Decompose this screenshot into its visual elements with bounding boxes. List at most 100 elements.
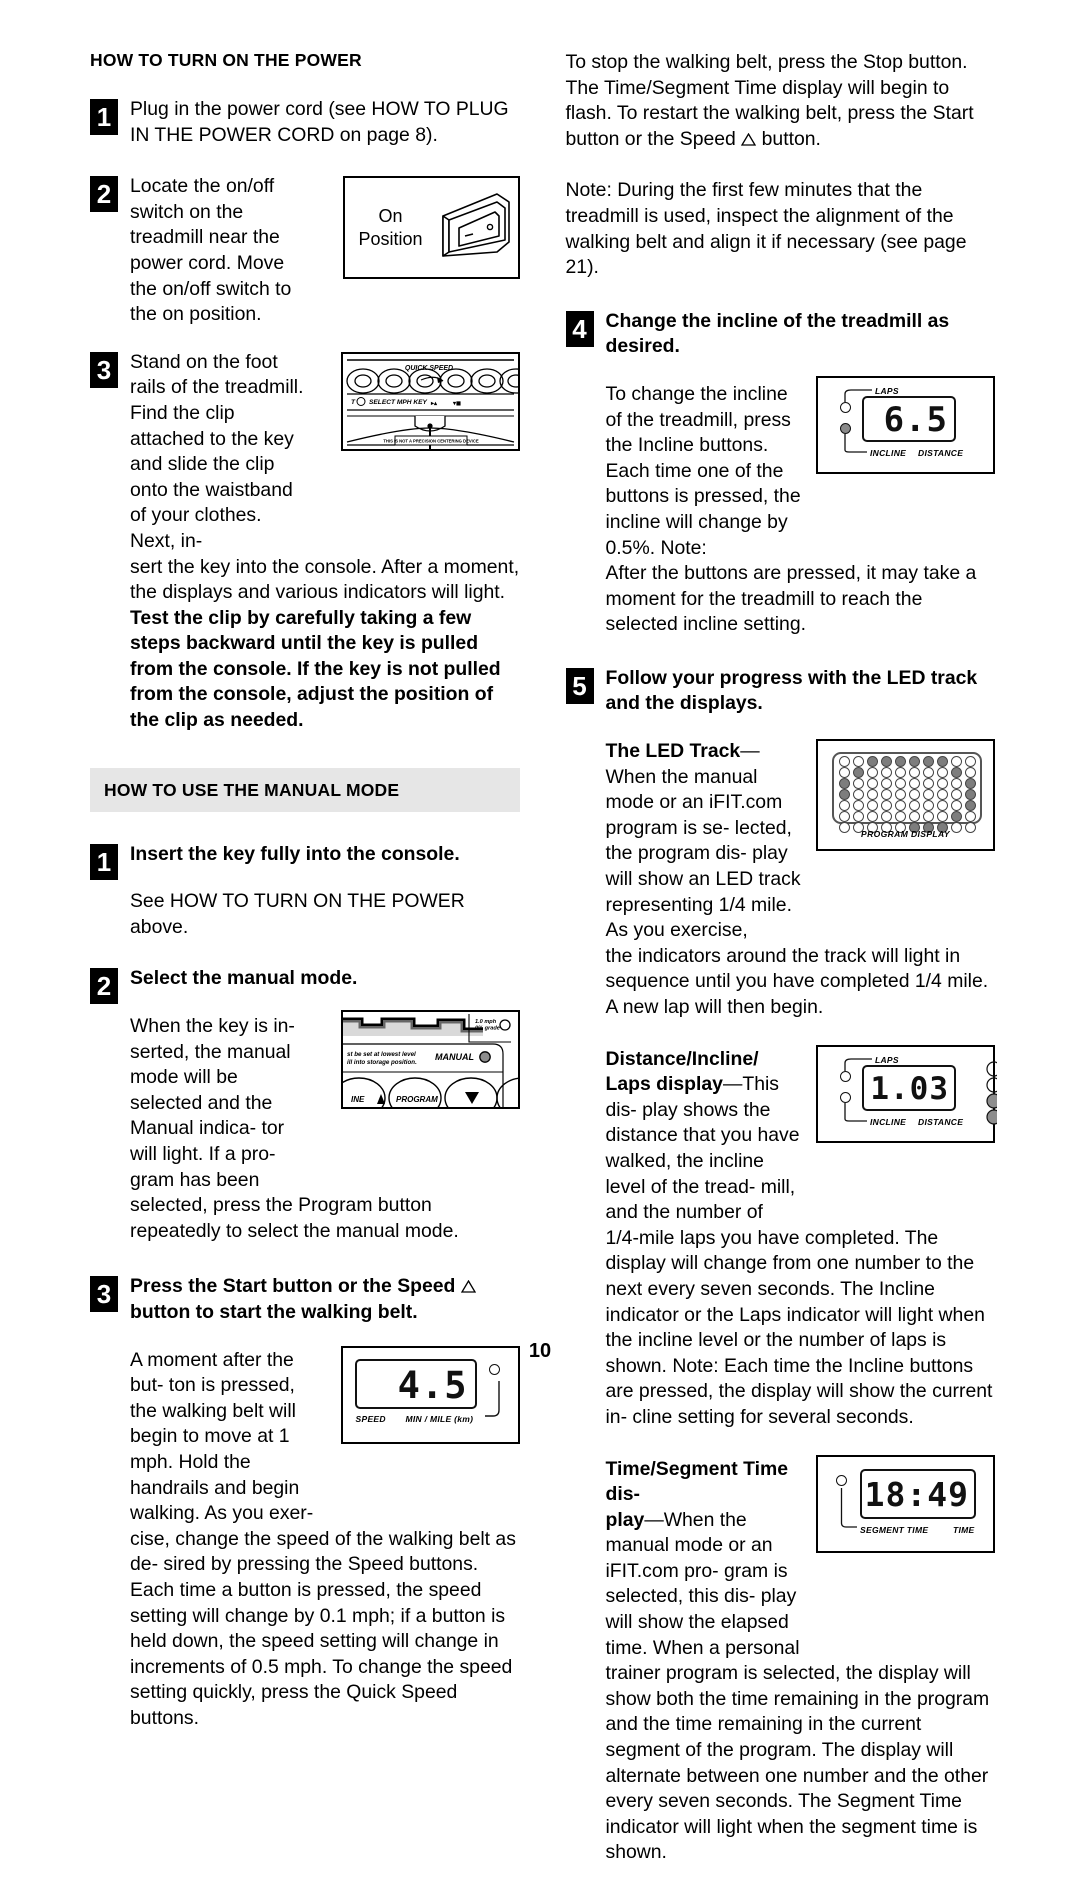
dil-caption-distance: DISTANCE — [918, 1116, 964, 1127]
led-track-dot — [950, 767, 962, 779]
led-track-dot — [880, 778, 892, 790]
led-track-dot — [922, 778, 934, 790]
led-track-dot — [936, 789, 948, 801]
step-text: When the key is in- serted, the manual m… — [130, 1015, 295, 1191]
step-number-badge: 3 — [90, 351, 118, 388]
led-track-dot — [852, 800, 864, 812]
led-track-dot — [838, 789, 850, 801]
led-track-label: The LED Track — [605, 740, 741, 763]
led-track-dot — [908, 756, 920, 768]
step-text: Plug in the power cord (see HOW TO PLUG … — [130, 98, 509, 146]
led-track-dot — [936, 800, 948, 812]
led-track-dot — [880, 800, 892, 812]
led-track-dot — [964, 756, 976, 768]
step-number-badge: 5 — [565, 667, 594, 704]
section-title-power: HOW TO TURN ON THE POWER — [90, 50, 362, 70]
led-track-dot — [894, 767, 906, 779]
led-track-dot — [880, 789, 892, 801]
step-text-bold: Test the clip by carefully taking a few … — [130, 606, 501, 732]
led-track-dot — [964, 789, 976, 801]
svg-text:1.0 mph: 1.0 mph — [475, 1019, 497, 1025]
step-right-4: 4 Change the incline of the treadmill as… — [565, 309, 995, 638]
led-track-dot — [964, 767, 976, 779]
time-text-continued: trainer program is selected, the display… — [605, 1662, 990, 1864]
led-track-text-continued: the indicators around the track will lig… — [605, 944, 989, 1018]
step-heading: Follow your progress with the LED track … — [605, 666, 978, 715]
step-number-badge: 4 — [565, 310, 594, 347]
incline-caption-laps: LAPS — [875, 385, 899, 396]
led-track-dot — [880, 811, 892, 823]
console-quick-speed-figure: QUICK SPEED T SELECT MPH KEY ▸▴ ▾◼ THIS … — [340, 351, 520, 451]
left-column: HOW TO TURN ON THE POWER 1 Plug in the p… — [90, 50, 520, 1888]
incline-display-figure: LAPS 6.5 INCLINE DISTANCE — [816, 375, 995, 474]
dil-text-continued: 1/4-mile laps you have completed. The di… — [605, 1226, 993, 1428]
svg-text:PROGRAM: PROGRAM — [396, 1095, 438, 1104]
led-track-dot — [894, 789, 906, 801]
time-label-line2: play — [605, 1508, 645, 1531]
step-text: See HOW TO TURN ON THE POWER above. — [130, 890, 465, 938]
triangle-up-icon — [460, 1280, 476, 1294]
led-track-dot — [852, 789, 864, 801]
led-track-dot — [894, 811, 906, 823]
led-track-dot — [908, 811, 920, 823]
step-text-continued: sert the key into the console. After a m… — [130, 555, 520, 732]
on-position-switch-figure: On Position — [342, 176, 520, 280]
led-track-dot — [908, 800, 920, 812]
svg-text:MANUAL: MANUAL — [435, 1052, 474, 1062]
distance-value: 1.03 — [870, 1070, 949, 1107]
led-track-dot — [964, 811, 976, 823]
time-segment-time-figure: 18:49 SEGMENT TIME TIME — [816, 1454, 995, 1553]
step-text: Locate the on/off switch on the treadmil… — [130, 175, 292, 326]
console-manual-indicator-figure: 1.0 mph 0% grade st be set at lowest lev… — [340, 1010, 520, 1110]
led-track-dot — [838, 756, 850, 768]
dil-caption-laps: LAPS — [875, 1054, 899, 1065]
led-track-dot — [866, 789, 878, 801]
step-manual-1: 1 Insert the key fully into the console.… — [90, 842, 520, 941]
step-number-badge: 3 — [90, 1276, 118, 1313]
intro-paragraph-2: Note: During the first few minutes that … — [565, 179, 967, 279]
led-track-dot — [922, 789, 934, 801]
intro-paragraph-1: To stop the walking belt, press the Stop… — [565, 51, 974, 150]
step-text: A moment after the but- ton is pressed, … — [130, 1348, 314, 1525]
incline-caption-incline: INCLINE — [870, 447, 907, 458]
led-track-dot — [880, 756, 892, 768]
led-track-dot — [866, 800, 878, 812]
led-track-dot — [894, 800, 906, 812]
led-track-dot — [894, 778, 906, 790]
step-text: To change the incline of the treadmill, … — [605, 382, 801, 559]
led-track-dot — [908, 767, 920, 779]
time-value: 18:49 — [864, 1474, 969, 1514]
incline-indicator-led — [840, 422, 851, 434]
step-text: Stand on the foot rails of the treadmill… — [130, 350, 304, 552]
led-track-dot — [908, 789, 920, 801]
led-track-figure: PROGRAM DISPLAY — [816, 739, 995, 852]
step-text-continued: selected, press the Program button repea… — [130, 1194, 459, 1242]
step-number-badge: 1 — [90, 843, 118, 880]
distance-incline-laps-figure: LAPS 1.03 INCLINE DISTANCE — [816, 1044, 997, 1143]
step-text-continued: cise, change the speed of the walking be… — [130, 1527, 516, 1729]
svg-text:0% grade: 0% grade — [475, 1026, 500, 1032]
led-track-dot — [880, 767, 892, 779]
svg-text:INE: INE — [351, 1095, 365, 1104]
step-heading: Press the Start button or the Speed butt… — [130, 1274, 520, 1325]
svg-text:ill into storage position.: ill into storage position. — [347, 1059, 417, 1066]
time-caption-time: TIME — [953, 1524, 975, 1535]
time-text: Time/Segment Time dis- play—When the man… — [605, 1457, 800, 1659]
led-track-dot — [852, 767, 864, 779]
led-track-dot — [964, 800, 976, 812]
step-number-badge: 2 — [90, 176, 118, 213]
two-column-layout: HOW TO TURN ON THE POWER 1 Plug in the p… — [90, 50, 997, 1888]
dil-label-line2: Laps display — [605, 1073, 723, 1096]
led-track-caption: PROGRAM DISPLAY — [861, 829, 950, 840]
led-track-dot — [936, 767, 948, 779]
svg-text:▾◼: ▾◼ — [452, 401, 461, 407]
led-track-dot — [950, 778, 962, 790]
step-text-continued: After the buttons are pressed, it may ta… — [605, 562, 977, 636]
svg-text:THIS IS NOT A PRECISION CENTER: THIS IS NOT A PRECISION CENTERING DEVICE — [383, 438, 479, 443]
led-track-dot — [852, 778, 864, 790]
step-right-5: 5 Follow your progress with the LED trac… — [565, 666, 997, 1866]
led-track-dot — [838, 811, 850, 823]
led-track-dot — [950, 756, 962, 768]
page-number: 10 — [528, 1340, 552, 1362]
incline-value: 6.5 — [883, 399, 948, 440]
